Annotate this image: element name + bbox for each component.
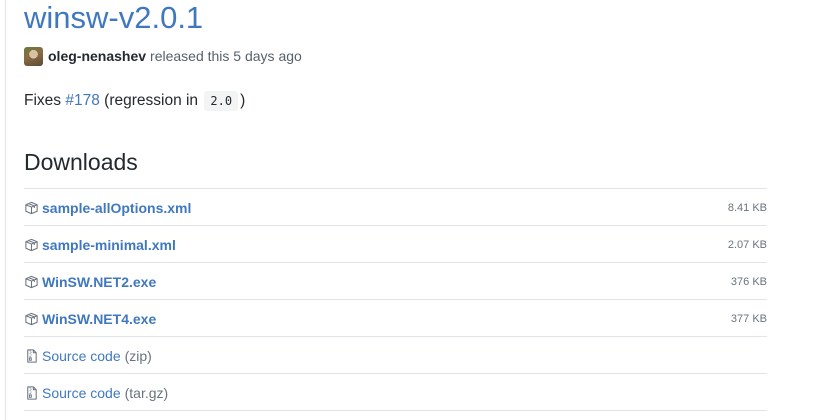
- asset-row: sample-minimal.xml 2.07 KB: [24, 225, 767, 262]
- source-label: Source code: [42, 348, 121, 364]
- file-zip-icon: [27, 349, 37, 363]
- release-notes: Fixes #178 (regression in 2.0): [24, 90, 245, 112]
- asset-link[interactable]: WinSW.NET2.exe: [24, 274, 156, 290]
- source-zip-link[interactable]: Source code (zip): [24, 348, 152, 364]
- asset-row: sample-allOptions.xml 8.41 KB: [24, 188, 767, 225]
- asset-name: WinSW.NET2.exe: [42, 274, 157, 290]
- author-avatar[interactable]: [24, 46, 43, 66]
- page-left-border: [5, 0, 6, 420]
- version-code: 2.0: [204, 91, 239, 111]
- notes-suffix: ): [240, 92, 246, 109]
- asset-size: 2.07 KB: [727, 239, 767, 251]
- asset-link[interactable]: sample-allOptions.xml: [24, 200, 191, 216]
- asset-link[interactable]: sample-minimal.xml: [24, 237, 176, 253]
- downloads-list: sample-allOptions.xml 8.41 KB sample-min…: [24, 188, 767, 411]
- notes-prefix: Fixes: [24, 92, 62, 109]
- package-icon: [25, 238, 38, 252]
- issue-link[interactable]: #178: [65, 92, 99, 109]
- package-icon: [25, 275, 38, 289]
- asset-size: 376 KB: [730, 276, 767, 288]
- package-icon: [25, 201, 38, 215]
- asset-row: WinSW.NET4.exe 377 KB: [24, 299, 767, 336]
- source-format: (tar.gz): [124, 385, 169, 401]
- asset-size: 377 KB: [730, 313, 767, 325]
- author-link[interactable]: oleg-nenashev: [48, 48, 146, 64]
- source-format: (zip): [124, 348, 152, 364]
- asset-size: 8.41 KB: [727, 202, 767, 214]
- source-tar-link[interactable]: Source code (tar.gz): [24, 385, 168, 401]
- release-title-link[interactable]: winsw-v2.0.1: [24, 0, 203, 38]
- asset-name: sample-minimal.xml: [42, 237, 176, 253]
- downloads-heading: Downloads: [24, 149, 138, 175]
- released-time-text: released this 5 days ago: [150, 48, 302, 64]
- asset-name: sample-allOptions.xml: [42, 200, 192, 216]
- asset-name: WinSW.NET4.exe: [42, 311, 157, 327]
- source-row: Source code (tar.gz): [24, 373, 767, 411]
- file-zip-icon: [27, 386, 37, 400]
- notes-middle: (regression in: [104, 92, 199, 109]
- source-label: Source code: [42, 385, 121, 401]
- asset-row: WinSW.NET2.exe 376 KB: [24, 262, 767, 299]
- asset-link[interactable]: WinSW.NET4.exe: [24, 311, 156, 327]
- release-meta: oleg-nenashev released this 5 days ago: [24, 46, 302, 66]
- package-icon: [25, 312, 38, 326]
- source-row: Source code (zip): [24, 336, 767, 373]
